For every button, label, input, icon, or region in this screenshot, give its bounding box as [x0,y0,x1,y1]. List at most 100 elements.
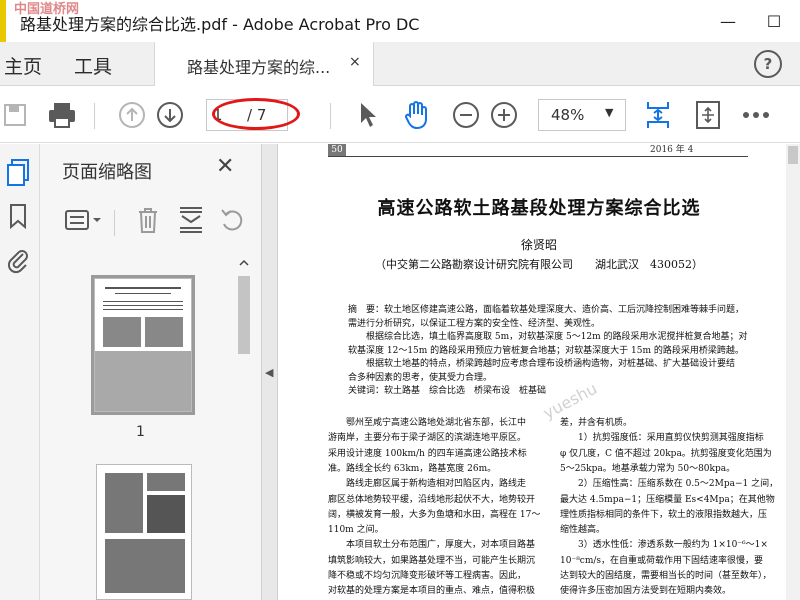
chevron-down-icon: ▼ [605,106,614,119]
close-tab-icon[interactable]: × [349,54,361,70]
thumbnail-text-block [103,317,141,347]
text-line: 1）抗剪强度低：采用直剪仪快剪测其强度指标 [560,433,764,444]
tab-document[interactable]: 路基处理方案的综... × [154,42,374,86]
toolbar-divider [330,103,331,129]
panel-scroll-thumb[interactable] [238,276,250,354]
collapse-panel-icon[interactable]: ◀ [265,366,273,379]
page-number-badge: 50 [328,144,346,156]
text-line: 降不稳或不均匀沉降变形破坏等工程病害。因此， [328,571,527,581]
thumbnail-text-line [105,287,181,289]
text-line: 廊区总体地势较平缓，沿线地形起伏不大，地势较开 [328,494,536,505]
delete-page-icon[interactable] [136,206,160,234]
thumbnail-page-label: 1 [136,424,145,440]
tab-home[interactable]: 主页 [4,52,42,79]
attachment-icon[interactable] [2,244,34,276]
close-panel-icon[interactable]: ✕ [216,154,234,179]
page-thumbnails-icon[interactable] [2,156,34,188]
text-line: 根据综合比选，填土临界高度取 5m，对软基深度 5～12m 的路段采用水泥搅拌桩… [348,332,748,342]
fit-page-icon[interactable] [642,99,674,131]
rotate-page-icon[interactable] [220,206,246,234]
thumbnail-text-block [147,473,185,491]
document-scroll-thumb[interactable] [788,146,798,164]
document-scrollbar[interactable] [786,144,800,600]
thumbnail-text-block [105,473,143,533]
thumbnail-panel: 页面缩略图 ✕ 1 [40,144,262,600]
pdf-page: 50 2016 年 4 高速公路软土路基段处理方案综合比选 徐贤昭 （中交第二公… [278,144,800,600]
bookmark-icon[interactable] [2,200,34,232]
page-thumbnail-1[interactable] [94,278,192,412]
tab-bar: 主页 工具 路基处理方案的综... × ? [0,42,800,86]
thumbnail-viewport-overlay [95,351,191,411]
header-rule [328,156,748,157]
help-icon[interactable]: ? [754,50,782,78]
text-line: 10⁻⁸cm/s，在自重或荷载作用下固结速率很慢，要 [560,555,764,566]
full-screen-icon[interactable] [692,99,724,131]
page-thumbnail-2[interactable] [96,464,192,600]
thumbnail-text-line [103,301,183,302]
hand-tool-icon[interactable] [400,99,432,131]
paper-author: 徐贤昭 [520,238,557,252]
text-line: 2）压缩性高：压缩系数在 0.5～2Mpa−1 之间， [560,479,779,490]
text-line: 采用设计速度 100km/h 的四车道高速公路技术标 [328,448,527,459]
text-line: 5～25kpa。地基承载力常为 50～80kpa。 [560,463,736,474]
paper-title: 高速公路软土路基段处理方案综合比选 [377,198,701,219]
text-line: 软基深度 12～15m 的路段采用预应力管桩复合地基；对软基深度大于 15m 的… [348,345,744,356]
navigation-rail [0,144,40,600]
text-line: 鄂州至咸宁高速公路地处湖北省东部，长江中 [328,418,527,428]
text-line: 最大达 4.5mpa−1；压缩模量 Es<4Mpa；在其他物 [560,494,775,505]
zoom-value: 48% [551,106,585,124]
thumbnail-table-block [147,495,185,533]
annotation-red-oval [212,98,300,130]
text-line: 摘 要：软土地区修建高速公路，面临着软基处理深度大、造价高、工后沉降控制困难等棘… [348,305,745,315]
tab-tools[interactable]: 工具 [74,52,112,79]
toolbar-divider [94,103,95,129]
title-bar: 中国道桥网 路基处理方案的综合比选.pdf - Adobe Acrobat Pr… [0,0,800,42]
thumbnail-text-line [103,309,183,310]
text-line: 达到较大的固结度，需要相当长的时间（甚至数年）， [560,571,772,581]
text-line: 准。路线全长约 63km，路基宽度 26m。 [328,463,497,474]
text-line: 路线走廊区属于新构造相对凹陷区内，路线走 [328,479,527,490]
scroll-up-icon[interactable] [238,258,250,268]
thumbnail-text-line [103,305,183,306]
thumbnail-text-block [105,539,185,593]
minimize-button[interactable]: — [714,8,742,34]
panel-title: 页面缩略图 [62,162,152,183]
print-icon[interactable] [46,99,78,131]
text-line: 游南岸，主要分布于梁子湖区的滨湖连地平原区。 [328,433,527,444]
window-title: 路基处理方案的综合比选.pdf - Adobe Acrobat Pro DC [20,15,420,34]
text-line: 理性质指标相同的条件下，软土的液限指数越大，压 [560,509,768,520]
text-line: 合多种因素的思考，使其受力合理。 [348,372,493,383]
select-cursor-icon[interactable] [352,99,384,131]
text-line: 阔，横被发育一般，大多为鱼塘和水田，高程在 17～ [328,509,541,520]
more-options-icon[interactable] [740,99,772,131]
zoom-level-select[interactable]: 48% ▼ [538,99,626,131]
text-line: φ 仅几度，C 值不超过 20kpa。抗剪强度变化范围为 [560,448,772,459]
text-line: 关键词：软土路基 综合比选 桥梁布设 桩基础 [348,386,547,396]
save-icon[interactable] [0,99,32,131]
thumbnail-text-block [145,317,183,347]
maximize-button[interactable]: ☐ [760,8,788,34]
text-line: 本项目软土分布范围广，厚度大，对本项目路基 [328,540,536,551]
text-line: 3）透水性低：渗透系数一般约为 1×10⁻⁶～1× [560,540,768,551]
panel-scrollbar[interactable] [238,258,252,600]
extract-pages-icon[interactable] [178,206,204,234]
thumbnail-options-icon[interactable] [64,208,104,232]
next-page-icon[interactable] [154,99,186,131]
text-line: 根据软土地基的特点，桥梁跨越时应考虑合理布设桥涵构造物，对桩基础、扩大基础设计要… [348,359,736,369]
panel-toolbar [40,200,262,244]
text-line: 使得许多压密加固方法受到在短期内奏效。 [560,586,732,597]
document-view[interactable]: 50 2016 年 4 高速公路软土路基段处理方案综合比选 徐贤昭 （中交第二公… [278,144,800,600]
panel-splitter[interactable]: ◀ [262,144,278,600]
text-line: 缩性越高。 [560,525,606,536]
zoom-in-icon[interactable] [488,99,520,131]
text-line: 填筑影响较大，如果路基处理不当，可能产生长期沉 [328,555,536,566]
page-header: 2016 年 4 [650,145,694,155]
text-line: 需进行分析研究，以保证工程方案的安全性、经济型、美观性。 [348,318,601,329]
panel-divider [114,210,115,236]
zoom-out-icon[interactable] [450,99,482,131]
text-line: 110m 之间。 [328,525,384,536]
text-line: 差，并含有机质。 [560,418,633,428]
paper-affiliation: （中交第二公路勘察设计研究院有限公司 湖北武汉 430052） [375,258,703,271]
previous-page-icon[interactable] [116,99,148,131]
toolbar: 1 / 7 48% ▼ [0,87,800,143]
